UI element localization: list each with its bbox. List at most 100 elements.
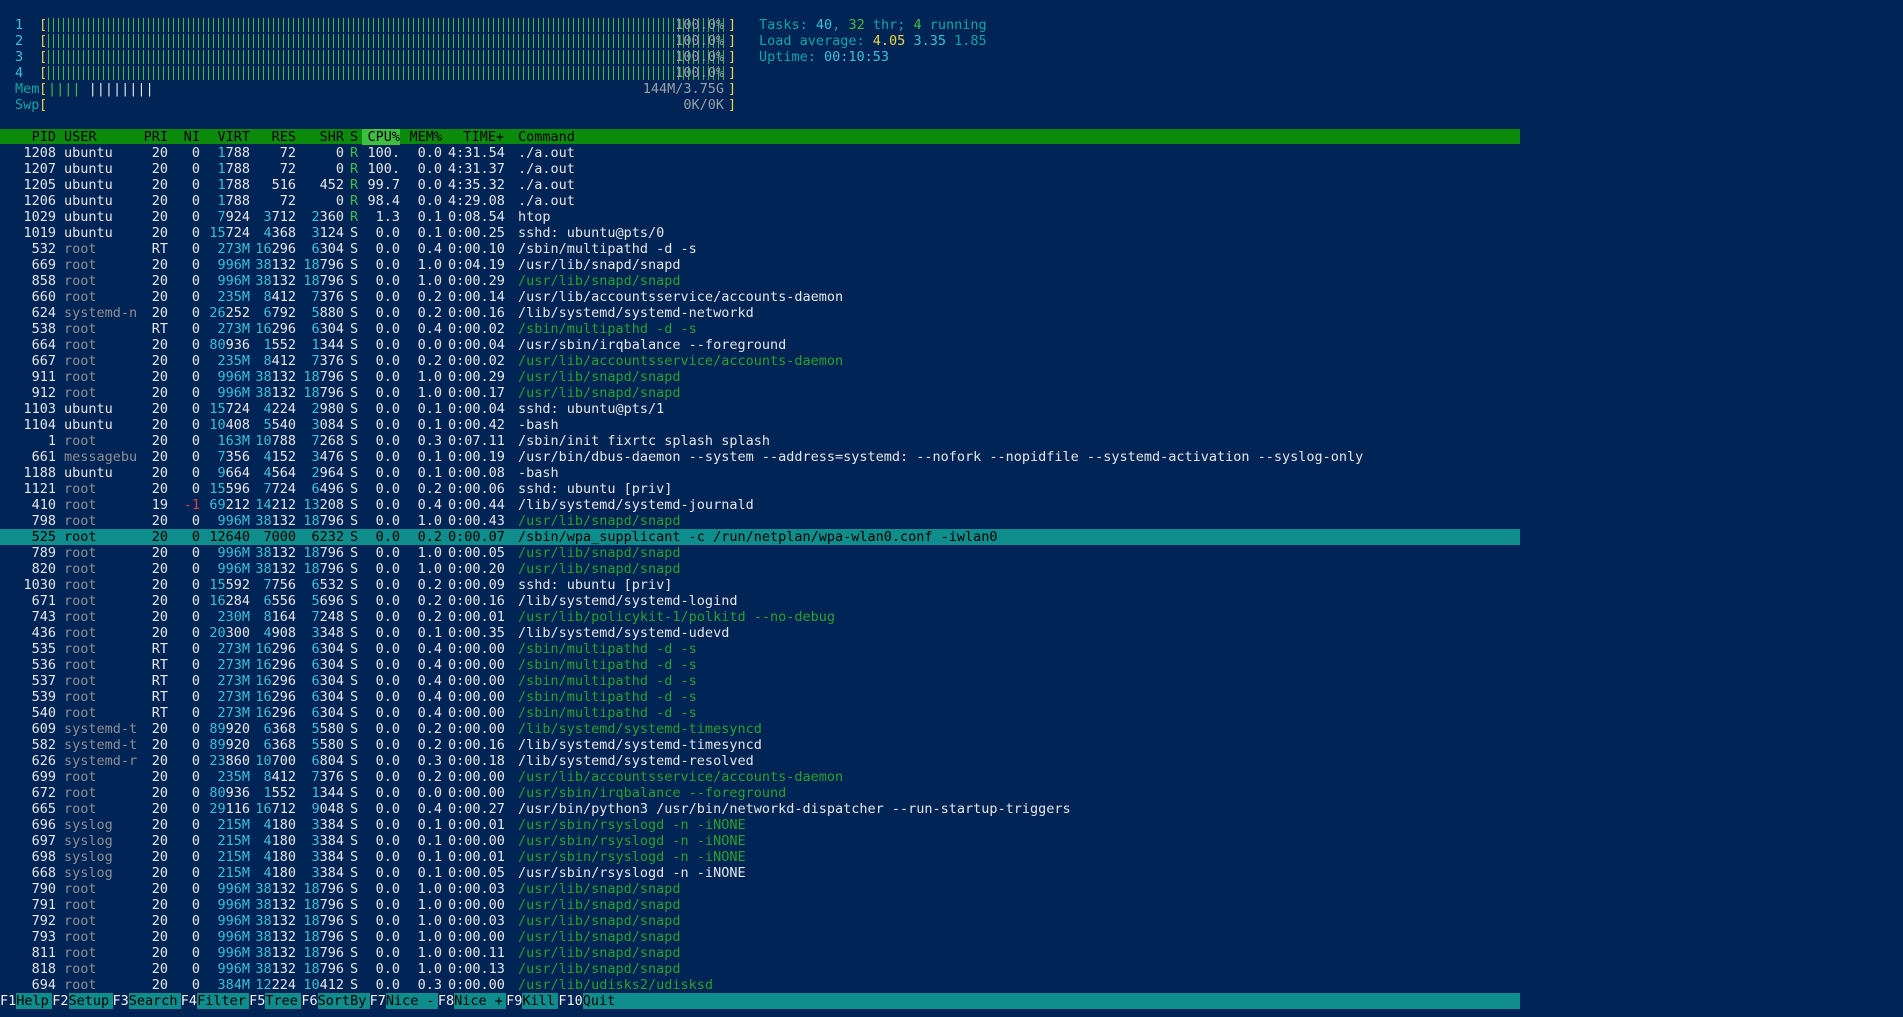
function-label[interactable]: SortBy (318, 993, 370, 1009)
column-mem[interactable]: MEM% (404, 129, 442, 145)
process-row[interactable]: 790 root 20 0 996M 38132 18796 S 0.0 1.0 0:00.03/u… (0, 881, 1520, 897)
column-pid[interactable]: PID (0, 129, 56, 145)
process-virt: 996M (217, 881, 250, 897)
process-row[interactable]: 793 root 20 0 996M 38132 18796 S 0.0 1.0 0:00.00/u… (0, 929, 1520, 945)
function-key-bar[interactable]: F1Help F2Setup F3Search F4Filter F5Tree F6Sor… (0, 993, 1520, 1009)
process-row[interactable]: 537 root RT 0 273M 16296 6304 S 0.0 0.4 0:00.00/sb… (0, 673, 1520, 689)
process-list[interactable]: 1208 ubuntu 20 0 1788 72 0 R 100. 0.0 4:31.54 ./a.o… (0, 145, 1520, 993)
process-ni: 0 (191, 593, 200, 609)
process-row[interactable]: 535 root RT 0 273M 16296 6304 S 0.0 0.4 0:00.00/sb… (0, 641, 1520, 657)
process-row[interactable]: 1188 ubuntu 20 0 9664 4564 2964 S 0.0 0.1 0:00.08-… (0, 465, 1520, 481)
process-row[interactable]: 665 root 20 0 29116 16712 9048 S 0.0 0.4 0:00.27/u… (0, 801, 1520, 817)
function-label[interactable]: Help (16, 993, 52, 1009)
process-row[interactable]: 667 root 20 0 235M 8412 7376 S 0.0 0.2 0:00.02/usr… (0, 353, 1520, 369)
process-virt: 273M (217, 641, 250, 657)
process-mem: 0.1 (417, 817, 442, 833)
process-row[interactable]: 1104 ubuntu 20 0 10408 5540 3084 S 0.0 0.1 0:00.42… (0, 417, 1520, 433)
process-row[interactable]: 911 root 20 0 996M 38132 18796 S 0.0 1.0 0:00.29/u… (0, 369, 1520, 385)
process-row[interactable]: 694 root 20 0 384M 12224 10412 S 0.0 0.3 0:00.00/u… (0, 977, 1520, 993)
process-row[interactable]: 672 root 20 0 80936 1552 1344 S 0.0 0.0 0:00.00/us… (0, 785, 1520, 801)
process-row[interactable]: 538 root RT 0 273M 16296 6304 S 0.0 0.4 0:00.02/sb… (0, 321, 1520, 337)
column-ni[interactable]: NI (172, 129, 200, 145)
process-row[interactable]: 1029 ubuntu 20 0 7924 3712 2360 R 1.3 0.1 0:08.54 h… (0, 209, 1520, 225)
process-row[interactable]: 1121 root 20 0 15596 7724 6496 S 0.0 0.2 0:00.06 ss… (0, 481, 1520, 497)
process-row[interactable]: 1030 root 20 0 15592 7756 6532 S 0.0 0.2 0:00.09 ss… (0, 577, 1520, 593)
process-row[interactable]: 1019 ubuntu 20 0 15724 4368 3124 S 0.0 0.1 0:00.25… (0, 225, 1520, 241)
process-mem: 1.0 (417, 561, 442, 577)
process-row[interactable]: 671 root 20 0 16284 6556 5696 S 0.0 0.2 0:00.16/li… (0, 593, 1520, 609)
process-row[interactable]: 668 syslog 20 0 215M 4180 3384 S 0.0 0.1 0:00.05/u… (0, 865, 1520, 881)
column-cpu-sorted[interactable]: CPU% (362, 129, 400, 145)
function-key[interactable]: F7 (369, 993, 386, 1009)
process-row[interactable]: 624 systemd-n 20 0 26252 6792 5880 S 0.0 0.2 0:00.… (0, 305, 1520, 321)
function-label[interactable]: Search (129, 993, 181, 1009)
process-row[interactable]: 1 root 20 0 163M 10788 7268 S 0.0 0.3 0:07.11/sbin… (0, 433, 1520, 449)
process-row[interactable]: 792 root 20 0 996M 38132 18796 S 0.0 1.0 0:00.03/u… (0, 913, 1520, 929)
function-key[interactable]: F8 (437, 993, 455, 1009)
process-virt: 7924 (217, 209, 250, 225)
process-row[interactable]: 582 systemd-t 20 0 89920 6368 5580 S 0.0 0.2 0:00.… (0, 737, 1520, 753)
function-label[interactable]: Kill (522, 993, 558, 1009)
process-row[interactable]: 1208 ubuntu 20 0 1788 72 0 R 100. 0.0 4:31.54 ./a.o… (0, 145, 1520, 161)
process-row[interactable]: 669 root 20 0 996M 38132 18796 S 0.0 1.0 0:04.19/u… (0, 257, 1520, 273)
function-label[interactable]: Quit (583, 993, 623, 1009)
column-user[interactable]: USER (64, 129, 140, 145)
function-key[interactable]: F2 (52, 993, 69, 1009)
process-row[interactable]: 743 root 20 0 230M 8164 7248 S 0.0 0.2 0:00.01/usr… (0, 609, 1520, 625)
function-key[interactable]: F3 (112, 993, 129, 1009)
process-row[interactable]: 798 root 20 0 996M 38132 18796 S 0.0 1.0 0:00.43/u… (0, 513, 1520, 529)
process-row[interactable]: 820 root 20 0 996M 38132 18796 S 0.0 1.0 0:00.20/u… (0, 561, 1520, 577)
process-row[interactable]: 789 root 20 0 996M 38132 18796 S 0.0 1.0 0:00.05/u… (0, 545, 1520, 561)
process-row[interactable]: 1205 ubuntu 20 0 1788 516 452 R 99.7 0.0 4:35.32 ./… (0, 177, 1520, 193)
process-row[interactable]: 436 root 20 0 20300 4908 3348 S 0.0 0.1 0:00.35/li… (0, 625, 1520, 641)
function-key[interactable]: F6 (301, 993, 318, 1009)
process-cmd: /sbin/multipathd -d -s (518, 641, 697, 657)
function-key[interactable]: F10 (558, 993, 583, 1009)
process-cmd: /usr/bin/dbus-daemon --system --address=… (518, 449, 1364, 465)
process-row[interactable]: 1103 ubuntu 20 0 15724 4224 2980 S 0.0 0.1 0:00.04… (0, 401, 1520, 417)
function-key[interactable]: F4 (180, 993, 198, 1009)
process-row[interactable]: 660 root 20 0 235M 8412 7376 S 0.0 0.2 0:00.14/usr… (0, 289, 1520, 305)
column-virt[interactable]: VIRT (200, 129, 250, 145)
function-key[interactable]: F9 (506, 993, 523, 1009)
process-row[interactable]: 626 systemd-r 20 0 23860 10700 6804 S 0.0 0.3 0:00… (0, 753, 1520, 769)
process-row[interactable]: 791 root 20 0 996M 38132 18796 S 0.0 1.0 0:00.00/u… (0, 897, 1520, 913)
process-row[interactable]: 811 root 20 0 996M 38132 18796 S 0.0 1.0 0:00.11/u… (0, 945, 1520, 961)
column-time[interactable]: TIME+ (448, 129, 504, 145)
process-row[interactable]: 697 syslog 20 0 215M 4180 3384 S 0.0 0.1 0:00.00/u… (0, 833, 1520, 849)
process-row[interactable]: 410 root 19 -1 69212 14212 13208 S 0.0 0.4 0:00.44… (0, 497, 1520, 513)
function-key[interactable]: F1 (0, 993, 17, 1009)
process-row[interactable]: 858 root 20 0 996M 38132 18796 S 0.0 1.0 0:00.29/u… (0, 273, 1520, 289)
process-row[interactable]: 539 root RT 0 273M 16296 6304 S 0.0 0.4 0:00.00/sb… (0, 689, 1520, 705)
function-label[interactable]: Nice - (386, 993, 438, 1009)
process-row[interactable]: 609 systemd-t 20 0 89920 6368 5580 S 0.0 0.2 0:00.… (0, 721, 1520, 737)
column-command[interactable]: Command (518, 129, 608, 145)
process-row[interactable]: 1206 ubuntu 20 0 1788 72 0 R 98.4 0.0 4:29.08 ./a.o… (0, 193, 1520, 209)
function-label[interactable]: Setup (69, 993, 113, 1009)
process-cmd: /lib/systemd/systemd-timesyncd (518, 721, 762, 737)
process-row[interactable]: 532 root RT 0 273M 16296 6304 S 0.0 0.4 0:00.10/sb… (0, 241, 1520, 257)
process-row[interactable]: 664 root 20 0 80936 1552 1344 S 0.0 0.0 0:00.04/us… (0, 337, 1520, 353)
process-row[interactable]: 525 root 20 0 12640 7000 6232 S 0.0 0.2 0:00.07/sb… (0, 529, 1520, 545)
process-row[interactable]: 661 messagebu 20 0 7356 4152 3476 S 0.0 0.1 0:00.1… (0, 449, 1520, 465)
function-label[interactable]: Filter (197, 993, 249, 1009)
process-row[interactable]: 696 syslog 20 0 215M 4180 3384 S 0.0 0.1 0:00.01/u… (0, 817, 1520, 833)
process-s: S (350, 497, 359, 513)
column-shr[interactable]: SHR (296, 129, 344, 145)
column-res[interactable]: RES (250, 129, 296, 145)
process-row[interactable]: 698 syslog 20 0 215M 4180 3384 S 0.0 0.1 0:00.01/u… (0, 849, 1520, 865)
process-row[interactable]: 1207 ubuntu 20 0 1788 72 0 R 100. 0.0 4:31.37 ./a.o… (0, 161, 1520, 177)
process-table-header[interactable]: PID USER PRI NI VIRT RES SHR S CPU% MEM%… (0, 129, 1520, 145)
process-row[interactable]: 818 root 20 0 996M 38132 18796 S 0.0 1.0 0:00.13/u… (0, 961, 1520, 977)
column-pri[interactable]: PRI (138, 129, 168, 145)
process-s: S (350, 657, 359, 673)
function-label[interactable]: Tree (265, 993, 301, 1009)
function-key[interactable]: F5 (249, 993, 266, 1009)
process-cmd: /usr/lib/snapd/snapd (518, 913, 681, 929)
process-row[interactable]: 912 root 20 0 996M 38132 18796 S 0.0 1.0 0:00.17/u… (0, 385, 1520, 401)
function-label[interactable]: Nice + (454, 993, 506, 1009)
process-row[interactable]: 699 root 20 0 235M 8412 7376 S 0.0 0.2 0:00.00/usr… (0, 769, 1520, 785)
process-row[interactable]: 536 root RT 0 273M 16296 6304 S 0.0 0.4 0:00.00/sb… (0, 657, 1520, 673)
process-row[interactable]: 540 root RT 0 273M 16296 6304 S 0.0 0.4 0:00.00/sb… (0, 705, 1520, 721)
column-state[interactable]: S (350, 129, 362, 145)
